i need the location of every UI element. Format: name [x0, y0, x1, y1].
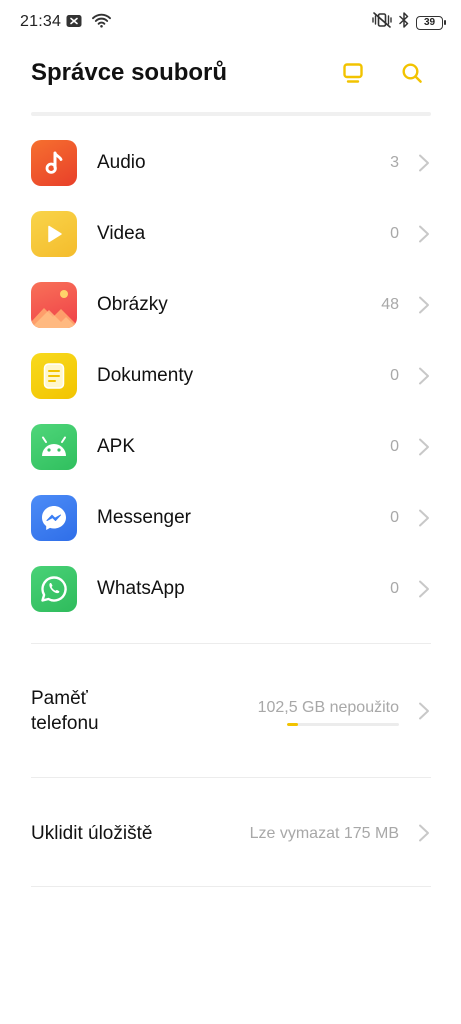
chevron-right-icon: [417, 701, 431, 721]
image-icon: [31, 282, 77, 328]
category-videa[interactable]: Videa 0: [0, 199, 461, 270]
battery-icon: 39: [416, 15, 446, 30]
chevron-right-icon: [417, 508, 431, 528]
chevron-right-icon: [417, 224, 431, 244]
page-title: Správce souborů: [31, 59, 228, 86]
status-bar: 21:34 39: [0, 0, 461, 44]
desktop-view-button[interactable]: [338, 60, 368, 90]
chevron-right-icon: [417, 579, 431, 599]
category-count: 0: [390, 438, 399, 455]
bluetooth-icon: [399, 12, 409, 33]
desktop-icon: [341, 61, 365, 90]
document-icon: [31, 353, 77, 399]
category-count: 48: [381, 296, 399, 313]
search-icon: [400, 61, 424, 90]
chevron-right-icon: [417, 823, 431, 843]
category-dokumenty[interactable]: Dokumenty 0: [0, 341, 461, 412]
storage-label: Paměť telefonu: [31, 688, 99, 734]
category-label: Messenger: [97, 507, 191, 528]
messenger-icon: [31, 495, 77, 541]
category-messenger[interactable]: Messenger 0: [0, 483, 461, 554]
category-label: WhatsApp: [97, 578, 185, 599]
category-label: Dokumenty: [97, 365, 194, 386]
category-label: Audio: [97, 152, 146, 173]
cleanup-label: Uklidit úložiště: [31, 823, 153, 844]
category-whatsapp[interactable]: WhatsApp 0: [0, 554, 461, 625]
category-audio[interactable]: Audio 3: [0, 128, 461, 199]
storage-usage-bar: [287, 723, 399, 726]
whatsapp-icon: [31, 566, 77, 612]
category-obrazky[interactable]: Obrázky 48: [0, 270, 461, 341]
section-divider: [31, 886, 431, 887]
status-time: 21:34: [20, 13, 62, 30]
category-label: APK: [97, 436, 136, 457]
cleanup-storage-row[interactable]: Uklidit úložiště Lze vymazat 175 MB: [0, 790, 461, 880]
section-divider: [31, 777, 431, 778]
music-note-icon: [31, 140, 77, 186]
category-count: 0: [390, 580, 399, 597]
status-right-icons: 39: [372, 12, 446, 33]
notification-x-icon: [66, 14, 82, 33]
search-button[interactable]: [397, 60, 427, 90]
file-manager-screen: 21:34 39 Správce souborů Audio 3 Videa 0…: [0, 0, 461, 1024]
header-divider: [31, 112, 431, 116]
category-list: Audio 3 Videa 0 Obrázky 48 Dokumenty 0 A…: [0, 128, 461, 625]
status-left-icons: [66, 13, 111, 33]
category-count: 0: [390, 367, 399, 384]
storage-free-text: 102,5 GB nepoužito: [257, 699, 399, 716]
wifi-icon: [92, 13, 111, 33]
category-apk[interactable]: APK 0: [0, 412, 461, 483]
chevron-right-icon: [417, 153, 431, 173]
chevron-right-icon: [417, 437, 431, 457]
chevron-right-icon: [417, 295, 431, 315]
android-icon: [31, 424, 77, 470]
chevron-right-icon: [417, 366, 431, 386]
category-count: 0: [390, 509, 399, 526]
vibrate-icon: [372, 12, 392, 33]
category-label: Obrázky: [97, 294, 168, 315]
phone-storage-row[interactable]: Paměť telefonu 102,5 GB nepoužito: [0, 660, 461, 770]
section-divider: [31, 643, 431, 644]
play-icon: [31, 211, 77, 257]
category-count: 0: [390, 225, 399, 242]
app-header: Správce souborů: [0, 52, 461, 102]
category-label: Videa: [97, 223, 146, 244]
storage-usage-fill: [287, 723, 299, 726]
category-count: 3: [390, 154, 399, 171]
cleanup-value: Lze vymazat 175 MB: [249, 825, 399, 842]
